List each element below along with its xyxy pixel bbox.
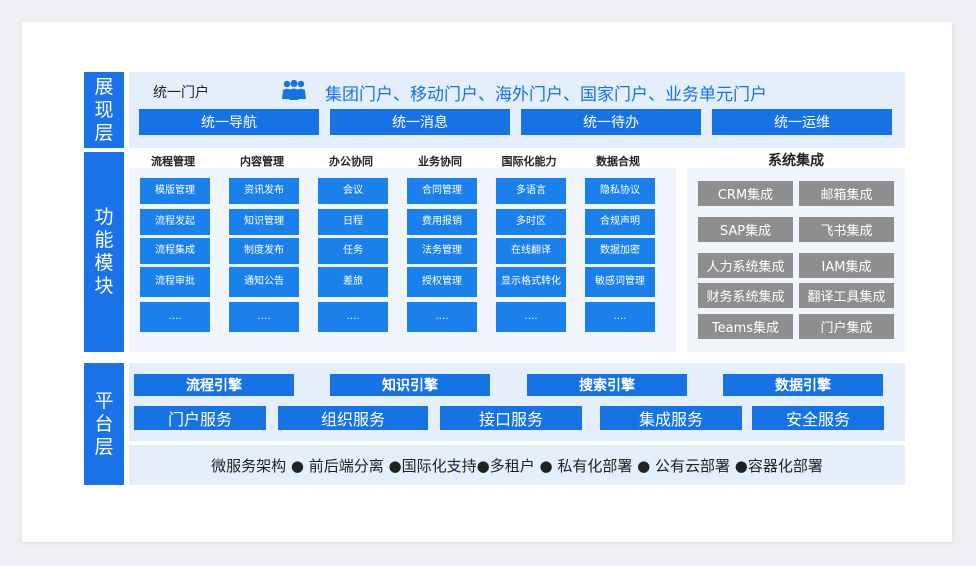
module-cell-more[interactable]: …. [407, 302, 477, 332]
portal-label: 统一门户 [153, 85, 209, 101]
module-cell[interactable]: 合同管理 [407, 178, 477, 204]
module-cell[interactable]: 制度发布 [229, 238, 299, 264]
integration-item[interactable]: 邮箱集成 [799, 181, 894, 206]
system-integration-title: 系统集成 [768, 153, 824, 169]
unified-todo-button[interactable]: 统一待办 [521, 109, 701, 135]
engine-knowledge[interactable]: 知识引擎 [330, 374, 490, 396]
unified-message-button[interactable]: 统一消息 [330, 109, 510, 135]
module-cell[interactable]: 授权管理 [407, 267, 477, 297]
column-title-process: 流程管理 [151, 155, 195, 168]
architecture-card: 展 现 层 统一门户 集团门户、移动门户、海外门户、国家门户、业务单元门户 统一… [22, 22, 952, 542]
module-cell[interactable]: 流程集成 [140, 238, 210, 264]
integration-item[interactable]: CRM集成 [698, 181, 793, 206]
module-cell[interactable]: 法务管理 [407, 238, 477, 264]
layer-char: 平 [94, 389, 114, 412]
column-title-i18n: 国际化能力 [501, 155, 557, 168]
layer-label-platform: 平 台 层 [84, 363, 124, 485]
module-cell[interactable]: 流程审批 [140, 267, 210, 297]
module-cell[interactable]: 数据加密 [585, 238, 655, 264]
module-cell[interactable]: 会议 [318, 178, 388, 204]
layer-char: 台 [94, 412, 114, 435]
column-title-content: 内容管理 [240, 155, 284, 168]
portals-text: 集团门户、移动门户、海外门户、国家门户、业务单元门户 [325, 85, 767, 105]
service-organization[interactable]: 组织服务 [278, 406, 428, 430]
module-cell[interactable]: 资讯发布 [229, 178, 299, 204]
engine-data[interactable]: 数据引擎 [723, 374, 883, 396]
engine-search[interactable]: 搜索引擎 [527, 374, 687, 396]
module-cell[interactable]: 显示格式转化 [496, 267, 566, 297]
module-cell[interactable]: 合规声明 [585, 209, 655, 235]
integration-item[interactable]: 翻译工具集成 [799, 283, 894, 308]
unified-ops-button[interactable]: 统一运维 [712, 109, 892, 135]
module-cell[interactable]: 在线翻译 [496, 238, 566, 264]
users-icon [282, 79, 306, 100]
layer-char: 模 [94, 252, 114, 274]
display-band: 统一门户 集团门户、移动门户、海外门户、国家门户、业务单元门户 统一导航 统一消… [129, 72, 905, 148]
module-cell[interactable]: 日程 [318, 209, 388, 235]
layer-label-function: 功 能 模 块 [84, 152, 124, 352]
service-interface[interactable]: 接口服务 [440, 406, 582, 430]
module-cell-more[interactable]: …. [318, 302, 388, 332]
integration-item[interactable]: 人力系统集成 [698, 253, 793, 278]
module-cell[interactable]: 多语言 [496, 178, 566, 204]
unified-nav-button[interactable]: 统一导航 [139, 109, 319, 135]
layer-char: 功 [94, 206, 114, 228]
layer-char: 层 [94, 121, 114, 144]
layer-char: 能 [94, 229, 114, 251]
layer-char: 现 [94, 98, 114, 121]
service-integration[interactable]: 集成服务 [600, 406, 742, 430]
service-security[interactable]: 安全服务 [752, 406, 884, 430]
layer-char: 块 [94, 275, 114, 297]
integration-item[interactable]: 飞书集成 [799, 217, 894, 242]
layer-char: 层 [94, 435, 114, 458]
module-cell[interactable]: 隐私协议 [585, 178, 655, 204]
module-cell[interactable]: 知识管理 [229, 209, 299, 235]
column-title-business: 业务协同 [418, 155, 462, 168]
architecture-band: 微服务架构 ● 前后端分离 ●国际化支持●多租户 ● 私有化部署 ● 公有云部署… [129, 445, 905, 485]
layer-char: 展 [94, 75, 114, 98]
integration-item[interactable]: IAM集成 [799, 253, 894, 278]
column-title-office: 办公协同 [329, 155, 373, 168]
module-cell[interactable]: 模版管理 [140, 178, 210, 204]
module-cell[interactable]: 流程发起 [140, 209, 210, 235]
integration-item[interactable]: 财务系统集成 [698, 283, 793, 308]
engine-process[interactable]: 流程引擎 [134, 374, 294, 396]
module-cell[interactable]: 通知公告 [229, 267, 299, 297]
module-cell[interactable]: 多时区 [496, 209, 566, 235]
integration-item[interactable]: SAP集成 [698, 217, 793, 242]
integration-item[interactable]: 门户集成 [799, 314, 894, 339]
module-cell-more[interactable]: …. [229, 302, 299, 332]
module-cell[interactable]: 任务 [318, 238, 388, 264]
module-cell[interactable]: 费用报销 [407, 209, 477, 235]
service-portal[interactable]: 门户服务 [134, 406, 266, 430]
module-cell[interactable]: 差旅 [318, 267, 388, 297]
architecture-text: 微服务架构 ● 前后端分离 ●国际化支持●多租户 ● 私有化部署 ● 公有云部署… [211, 456, 823, 475]
layer-label-display: 展 现 层 [84, 72, 124, 148]
module-cell[interactable]: 敏感词管理 [585, 267, 655, 297]
module-cell-more[interactable]: …. [496, 302, 566, 332]
module-cell-more[interactable]: …. [140, 302, 210, 332]
integration-item[interactable]: Teams集成 [698, 314, 793, 339]
column-title-compliance: 数据合规 [596, 155, 640, 168]
module-cell-more[interactable]: …. [585, 302, 655, 332]
